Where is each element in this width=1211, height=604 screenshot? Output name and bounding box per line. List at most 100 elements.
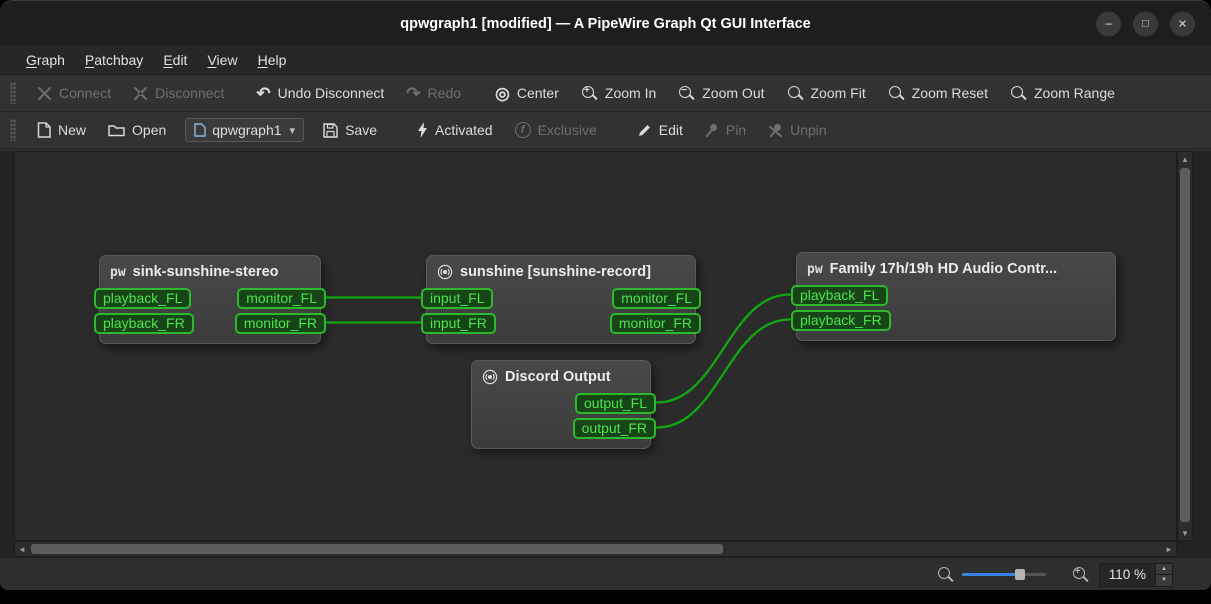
connect-button[interactable]: Connect bbox=[30, 81, 118, 105]
port-output[interactable]: monitor_FL bbox=[612, 288, 701, 309]
port-output[interactable]: monitor_FR bbox=[609, 313, 701, 334]
minimize-button[interactable]: − bbox=[1096, 11, 1121, 36]
pencil-icon bbox=[638, 124, 650, 136]
spin-arrows: ▲ ▼ bbox=[1155, 563, 1172, 586]
lightning-icon bbox=[418, 122, 427, 138]
exclusive-label: Exclusive bbox=[537, 122, 597, 138]
center-icon: ◎ bbox=[495, 83, 510, 103]
vertical-scrollbar-thumb[interactable] bbox=[1180, 168, 1190, 522]
pipewire-icon: pw bbox=[807, 261, 823, 277]
port-input[interactable]: playback_FL bbox=[791, 285, 889, 306]
toolbar-drag-handle[interactable] bbox=[10, 119, 16, 141]
toolbar-drag-handle[interactable] bbox=[10, 82, 16, 104]
horizontal-scrollbar[interactable]: ◄ ► bbox=[14, 541, 1177, 557]
open-button[interactable]: Open bbox=[101, 118, 173, 142]
titlebar[interactable]: qpwgraph1 [modified] — A PipeWire Graph … bbox=[0, 1, 1211, 46]
session-combobox-value: qpwgraph1 bbox=[212, 122, 282, 138]
zoom-out-mini-icon[interactable] bbox=[937, 566, 954, 583]
menu-help[interactable]: Help bbox=[248, 49, 297, 71]
zoom-slider-handle[interactable] bbox=[1015, 569, 1026, 580]
disconnect-button[interactable]: Disconnect bbox=[126, 81, 231, 105]
node-discord-output[interactable]: Discord Output output_FL output_FR bbox=[471, 360, 656, 449]
node-sink-sunshine-stereo[interactable]: pw sink-sunshine-stereo playback_FL play… bbox=[94, 255, 326, 344]
connection-wires[interactable] bbox=[15, 152, 1178, 542]
zoom-value[interactable]: 110 % bbox=[1100, 564, 1155, 586]
port-output[interactable]: output_FR bbox=[572, 418, 656, 439]
undo-disconnect-button[interactable]: ↶ Undo Disconnect bbox=[249, 81, 391, 106]
scroll-up-arrow[interactable]: ▲ bbox=[1178, 152, 1192, 166]
center-button[interactable]: ◎ Center bbox=[488, 81, 566, 106]
zoom-in-button[interactable]: + Zoom In bbox=[574, 81, 663, 106]
scroll-left-arrow[interactable]: ◄ bbox=[15, 542, 29, 556]
node-title: sink-sunshine-stereo bbox=[132, 264, 279, 280]
pin-button[interactable]: Pin bbox=[698, 118, 753, 142]
edit-label: Edit bbox=[658, 122, 683, 138]
undo-icon: ↶ bbox=[256, 83, 271, 103]
vertical-scrollbar[interactable]: ▲ ▼ bbox=[1177, 151, 1193, 541]
port-output[interactable]: output_FL bbox=[574, 393, 656, 414]
node-header: Discord Output bbox=[472, 361, 650, 393]
node-title: Discord Output bbox=[505, 369, 611, 385]
unpin-button[interactable]: Unpin bbox=[761, 118, 834, 142]
zoom-slider-fill bbox=[961, 573, 1019, 576]
session-combobox[interactable]: qpwgraph1 ▾ bbox=[185, 118, 305, 142]
session-file-icon bbox=[194, 123, 206, 137]
node-family-hd-audio[interactable]: pw Family 17h/19h HD Audio Contr... play… bbox=[791, 252, 1116, 341]
port-input[interactable]: input_FL bbox=[421, 288, 494, 309]
close-icon: × bbox=[1178, 15, 1187, 32]
node-header: sunshine [sunshine-record] bbox=[427, 256, 695, 288]
window-controls: − □ × bbox=[1096, 11, 1195, 36]
spin-up-button[interactable]: ▲ bbox=[1156, 563, 1172, 575]
menubar: Graph Patchbay Edit View Help bbox=[0, 46, 1211, 75]
zoom-range-button[interactable]: Zoom Range bbox=[1003, 81, 1122, 106]
zoom-spinbox[interactable]: 110 % ▲ ▼ bbox=[1098, 562, 1173, 587]
new-label: New bbox=[58, 122, 87, 138]
new-button[interactable]: New bbox=[30, 118, 93, 142]
stream-icon bbox=[482, 369, 498, 385]
horizontal-scrollbar-thumb[interactable] bbox=[31, 544, 723, 554]
undo-disconnect-label: Undo Disconnect bbox=[277, 85, 385, 101]
spin-down-button[interactable]: ▼ bbox=[1156, 575, 1172, 586]
zoom-reset-button[interactable]: Zoom Reset bbox=[881, 81, 995, 106]
close-button[interactable]: × bbox=[1170, 11, 1195, 36]
save-button[interactable]: Save bbox=[316, 118, 384, 142]
menu-patchbay[interactable]: Patchbay bbox=[75, 49, 153, 71]
graph-canvas[interactable]: pw sink-sunshine-stereo playback_FL play… bbox=[14, 151, 1177, 541]
edit-button[interactable]: Edit bbox=[630, 118, 690, 142]
save-label: Save bbox=[345, 122, 377, 138]
exclusive-button[interactable]: f Exclusive bbox=[508, 118, 604, 142]
zoom-out-label: Zoom Out bbox=[702, 85, 765, 101]
connect-label: Connect bbox=[59, 85, 112, 101]
scroll-down-arrow[interactable]: ▼ bbox=[1178, 526, 1192, 540]
port-input[interactable]: input_FR bbox=[421, 313, 496, 334]
menu-view[interactable]: View bbox=[197, 49, 247, 71]
zoom-out-button[interactable]: − Zoom Out bbox=[671, 81, 771, 106]
activated-button[interactable]: Activated bbox=[410, 118, 500, 142]
port-output[interactable]: monitor_FR bbox=[234, 313, 326, 334]
exclusive-icon: f bbox=[514, 122, 531, 138]
scroll-right-arrow[interactable]: ► bbox=[1162, 542, 1176, 556]
disconnect-label: Disconnect bbox=[155, 85, 225, 101]
zoom-in-icon: + bbox=[581, 85, 598, 102]
statusbar: + 110 % ▲ ▼ bbox=[0, 557, 1211, 590]
port-input[interactable]: playback_FL bbox=[94, 288, 192, 309]
pipewire-icon: pw bbox=[110, 264, 126, 280]
new-document-icon bbox=[37, 122, 51, 138]
zoom-out-icon: − bbox=[678, 85, 695, 102]
port-input[interactable]: playback_FR bbox=[791, 310, 891, 331]
maximize-button[interactable]: □ bbox=[1133, 11, 1158, 36]
zoom-range-label: Zoom Range bbox=[1033, 85, 1115, 101]
node-sunshine-record[interactable]: sunshine [sunshine-record] input_FL inpu… bbox=[421, 255, 701, 344]
zoom-in-mini-icon[interactable]: + bbox=[1072, 566, 1089, 583]
zoom-slider[interactable] bbox=[961, 567, 1046, 583]
canvas-frame: pw sink-sunshine-stereo playback_FL play… bbox=[0, 151, 1211, 557]
node-title: Family 17h/19h HD Audio Contr... bbox=[829, 261, 1058, 277]
port-input[interactable]: playback_FR bbox=[94, 313, 194, 334]
redo-button[interactable]: ↷ Redo bbox=[399, 81, 468, 106]
menu-edit[interactable]: Edit bbox=[153, 49, 197, 71]
center-label: Center bbox=[516, 85, 559, 101]
zoom-fit-button[interactable]: Zoom Fit bbox=[780, 81, 873, 106]
port-output[interactable]: monitor_FL bbox=[237, 288, 326, 309]
menu-graph[interactable]: Graph bbox=[16, 49, 75, 71]
zoom-fit-icon bbox=[787, 85, 804, 102]
